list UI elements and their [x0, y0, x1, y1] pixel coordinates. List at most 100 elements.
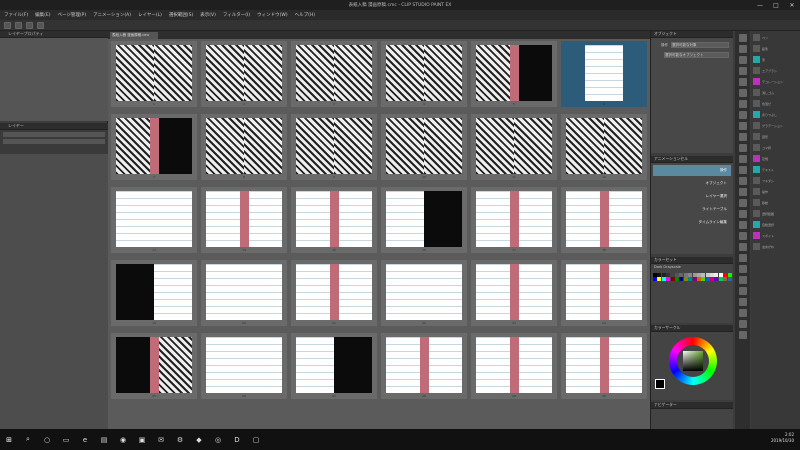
tool-icon-26[interactable] — [738, 320, 747, 328]
color-swatch[interactable] — [657, 273, 662, 277]
color-swatch[interactable] — [674, 277, 679, 282]
tool-icon-13[interactable] — [738, 177, 747, 185]
maximize-button[interactable]: □ — [768, 0, 784, 10]
color-swatch[interactable] — [666, 277, 671, 282]
canvas-tab[interactable]: 表紙入稿 漫画原稿.cmc — [110, 32, 158, 39]
sub-tool-item[interactable]: 塗りつぶし — [753, 110, 799, 119]
tool-icon-25[interactable] — [738, 309, 747, 317]
page-thumbnail[interactable]: 4 — [381, 41, 467, 107]
anim-item-1[interactable]: オブジェクト — [653, 178, 731, 189]
menu-item-0[interactable]: ファイル(F) — [4, 12, 28, 18]
sub-tool-item[interactable]: 鉛筆 — [753, 44, 799, 53]
menu-item-6[interactable]: 表示(V) — [200, 12, 216, 18]
color-swatch[interactable] — [705, 277, 710, 282]
menu-item-5[interactable]: 選択範囲(S) — [169, 12, 193, 18]
page-thumbnail[interactable]: 16 — [381, 187, 467, 253]
layer-panel-title[interactable]: レイヤー — [0, 123, 108, 130]
clip-icon[interactable]: ◎ — [213, 435, 223, 445]
color-swatch[interactable] — [670, 277, 675, 282]
toolbar-icon-2[interactable] — [26, 21, 33, 29]
color-swatch[interactable] — [727, 277, 732, 282]
tool-icon-2[interactable] — [738, 56, 747, 64]
tool-icon-19[interactable] — [738, 243, 747, 251]
tool-icon-20[interactable] — [738, 254, 747, 262]
color-swatch[interactable] — [718, 277, 723, 282]
settings-icon[interactable]: ⚙ — [175, 435, 185, 445]
tool-icon-8[interactable] — [738, 122, 747, 130]
page-thumbnail[interactable]: 22 — [381, 260, 467, 326]
anim-item-4[interactable]: タイムライン編集 — [653, 217, 731, 228]
chrome-icon[interactable]: ◉ — [118, 435, 128, 445]
minimize-button[interactable]: — — [752, 0, 768, 10]
app-icon[interactable]: ◆ — [194, 435, 204, 445]
sub-tool-item[interactable]: 選択範囲 — [753, 209, 799, 218]
anim-panel-title[interactable]: アニメーションセル — [651, 156, 733, 163]
color-swatch[interactable] — [670, 273, 675, 277]
color-swatch[interactable] — [674, 273, 679, 277]
tool-icon-22[interactable] — [738, 276, 747, 284]
color-swatch[interactable] — [723, 277, 728, 282]
page-thumbnail[interactable]: 26 — [201, 333, 287, 399]
page-thumbnail[interactable]: 19 — [111, 260, 197, 326]
tool-icon-5[interactable] — [738, 89, 747, 97]
page-thumbnail[interactable]: 25 — [111, 333, 197, 399]
sub-tool-item[interactable]: デコレーション — [753, 77, 799, 86]
color-wheel-title[interactable]: カラーサークル — [651, 325, 733, 332]
tool-icon-21[interactable] — [738, 265, 747, 273]
color-set-title[interactable]: カラーセット — [651, 257, 733, 264]
sub-tool-item[interactable]: 筆 — [753, 55, 799, 64]
tool-icon-1[interactable] — [738, 45, 747, 53]
page-thumbnail[interactable]: 13 — [111, 187, 197, 253]
tool-icon-6[interactable] — [738, 100, 747, 108]
opacity-row[interactable] — [3, 139, 105, 144]
close-button[interactable]: ✕ — [784, 0, 800, 10]
sub-tool-item[interactable]: 自動選択 — [753, 220, 799, 229]
toolbar-icon-3[interactable] — [37, 21, 44, 29]
system-clock[interactable]: 2:02 2019/10/30 — [771, 432, 794, 444]
page-thumbnail[interactable]: 5 — [471, 41, 557, 107]
color-swatch[interactable] — [710, 277, 715, 282]
sub-tool-item[interactable]: 色混ぜ — [753, 99, 799, 108]
page-thumbnail[interactable]: 7 — [111, 114, 197, 180]
color-swatch[interactable] — [723, 273, 728, 277]
navigator-title[interactable]: ナビゲーター — [651, 402, 733, 409]
color-set-name[interactable]: Dark Grayscale — [651, 264, 733, 270]
page-thumbnail[interactable]: 9 — [291, 114, 377, 180]
saturation-square[interactable] — [683, 351, 703, 371]
tool-icon-12[interactable] — [738, 166, 747, 174]
sub-tool-item[interactable]: スポイト — [753, 231, 799, 240]
page-thumbnail[interactable]: 29 — [471, 333, 557, 399]
page-thumbnail[interactable]: 24 — [561, 260, 647, 326]
tool-icon-18[interactable] — [738, 232, 747, 240]
color-swatch[interactable] — [683, 277, 688, 282]
sub-tool-item[interactable]: コマ枠 — [753, 143, 799, 152]
tool-icon-15[interactable] — [738, 199, 747, 207]
color-swatch[interactable] — [710, 273, 715, 277]
page-thumbnail[interactable]: 2 — [201, 41, 287, 107]
anim-item-3[interactable]: ライトテーブル — [653, 204, 731, 215]
tool-icon-16[interactable] — [738, 210, 747, 218]
page-thumbnail[interactable]: 10 — [381, 114, 467, 180]
tool-icon-24[interactable] — [738, 298, 747, 306]
sub-tool-item[interactable]: 図形 — [753, 132, 799, 141]
d-icon[interactable]: D — [232, 435, 242, 445]
sub-tool-item[interactable]: 移動 — [753, 198, 799, 207]
tool-icon-23[interactable] — [738, 287, 747, 295]
menu-item-3[interactable]: アニメーション(A) — [93, 12, 131, 18]
color-swatch[interactable] — [696, 277, 701, 282]
page-thumbnail[interactable]: 18 — [561, 187, 647, 253]
color-swatch[interactable] — [688, 277, 693, 282]
page-thumbnail[interactable]: 30 — [561, 333, 647, 399]
toolbar-icon-1[interactable] — [15, 21, 22, 29]
tool-icon-17[interactable] — [738, 221, 747, 229]
tool-icon-4[interactable] — [738, 78, 747, 86]
cortana-icon[interactable]: ○ — [42, 435, 52, 445]
tool-icon-14[interactable] — [738, 188, 747, 196]
sub-tool-item[interactable]: 虫めがね — [753, 242, 799, 251]
sub-tool-item[interactable]: 消しゴム — [753, 88, 799, 97]
blend-mode-row[interactable] — [3, 132, 105, 137]
menu-item-9[interactable]: ヘルプ(H) — [295, 12, 315, 18]
tool-icon-27[interactable] — [738, 331, 747, 339]
page-thumbnail[interactable]: 17 — [471, 187, 557, 253]
color-swatch[interactable] — [661, 273, 666, 277]
